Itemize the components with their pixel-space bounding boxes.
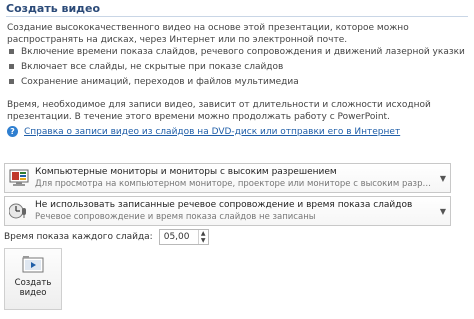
quality-dropdown[interactable]: Компьютерные мониторы и мониторы с высок… [4,163,451,193]
feature-list: Включение времени показа слайдов, речево… [9,45,469,90]
spin-up-icon[interactable]: ▲ [199,230,208,237]
bullet-square-icon [9,64,14,69]
chevron-down-icon[interactable]: ▼ [436,174,450,183]
create-video-button[interactable]: Создать видео [4,248,62,310]
help-icon: ? [7,126,18,137]
list-item: Сохранение анимаций, переходов и файлов … [9,75,469,88]
intro-text: Создание высококачественного видео на ос… [7,23,409,45]
spin-buttons[interactable]: ▲ ▼ [197,230,208,244]
narration-icon [8,202,29,220]
slide-time-label: Время показа каждого слайда: [4,232,153,242]
slide-time-row: Время показа каждого слайда: 05,00 ▲ ▼ [4,229,209,245]
quality-dropdown-description: Для просмотра на компьютерном мониторе, … [35,179,436,189]
spin-down-icon[interactable]: ▼ [199,237,208,244]
chevron-down-icon[interactable]: ▼ [436,207,450,216]
narration-dropdown-description: Речевое сопровождение и время показа сла… [35,212,316,222]
bullet-square-icon [9,79,14,84]
duration-note: Время, необходимое для записи видео, зав… [7,100,431,122]
list-item: Включение времени показа слайдов, речево… [9,45,469,58]
list-item-label: Включение времени показа слайдов, речево… [21,46,465,57]
monitor-icon [9,169,29,187]
slide-time-stepper[interactable]: 05,00 ▲ ▼ [158,229,209,245]
create-video-label: Создать видео [14,278,52,298]
list-item-label: Включает все слайды, не скрытые при пока… [21,61,284,72]
list-item: Включает все слайды, не скрытые при пока… [9,60,469,73]
help-row: ? Справка о записи видео из слайдов на D… [7,126,400,137]
quality-dropdown-label: Компьютерные мониторы и мониторы с высок… [35,167,337,177]
bullet-square-icon [9,49,14,54]
page-title: Создать видео [6,2,101,15]
narration-dropdown-label: Не использовать записанные речевое сопро… [35,200,413,210]
video-file-icon [22,255,44,275]
narration-dropdown[interactable]: Не использовать записанные речевое сопро… [4,196,451,226]
list-item-label: Сохранение анимаций, переходов и файлов … [21,76,299,87]
slide-time-value[interactable]: 05,00 [160,232,198,242]
help-link[interactable]: Справка о записи видео из слайдов на DVD… [24,127,400,137]
title-divider [6,16,468,17]
